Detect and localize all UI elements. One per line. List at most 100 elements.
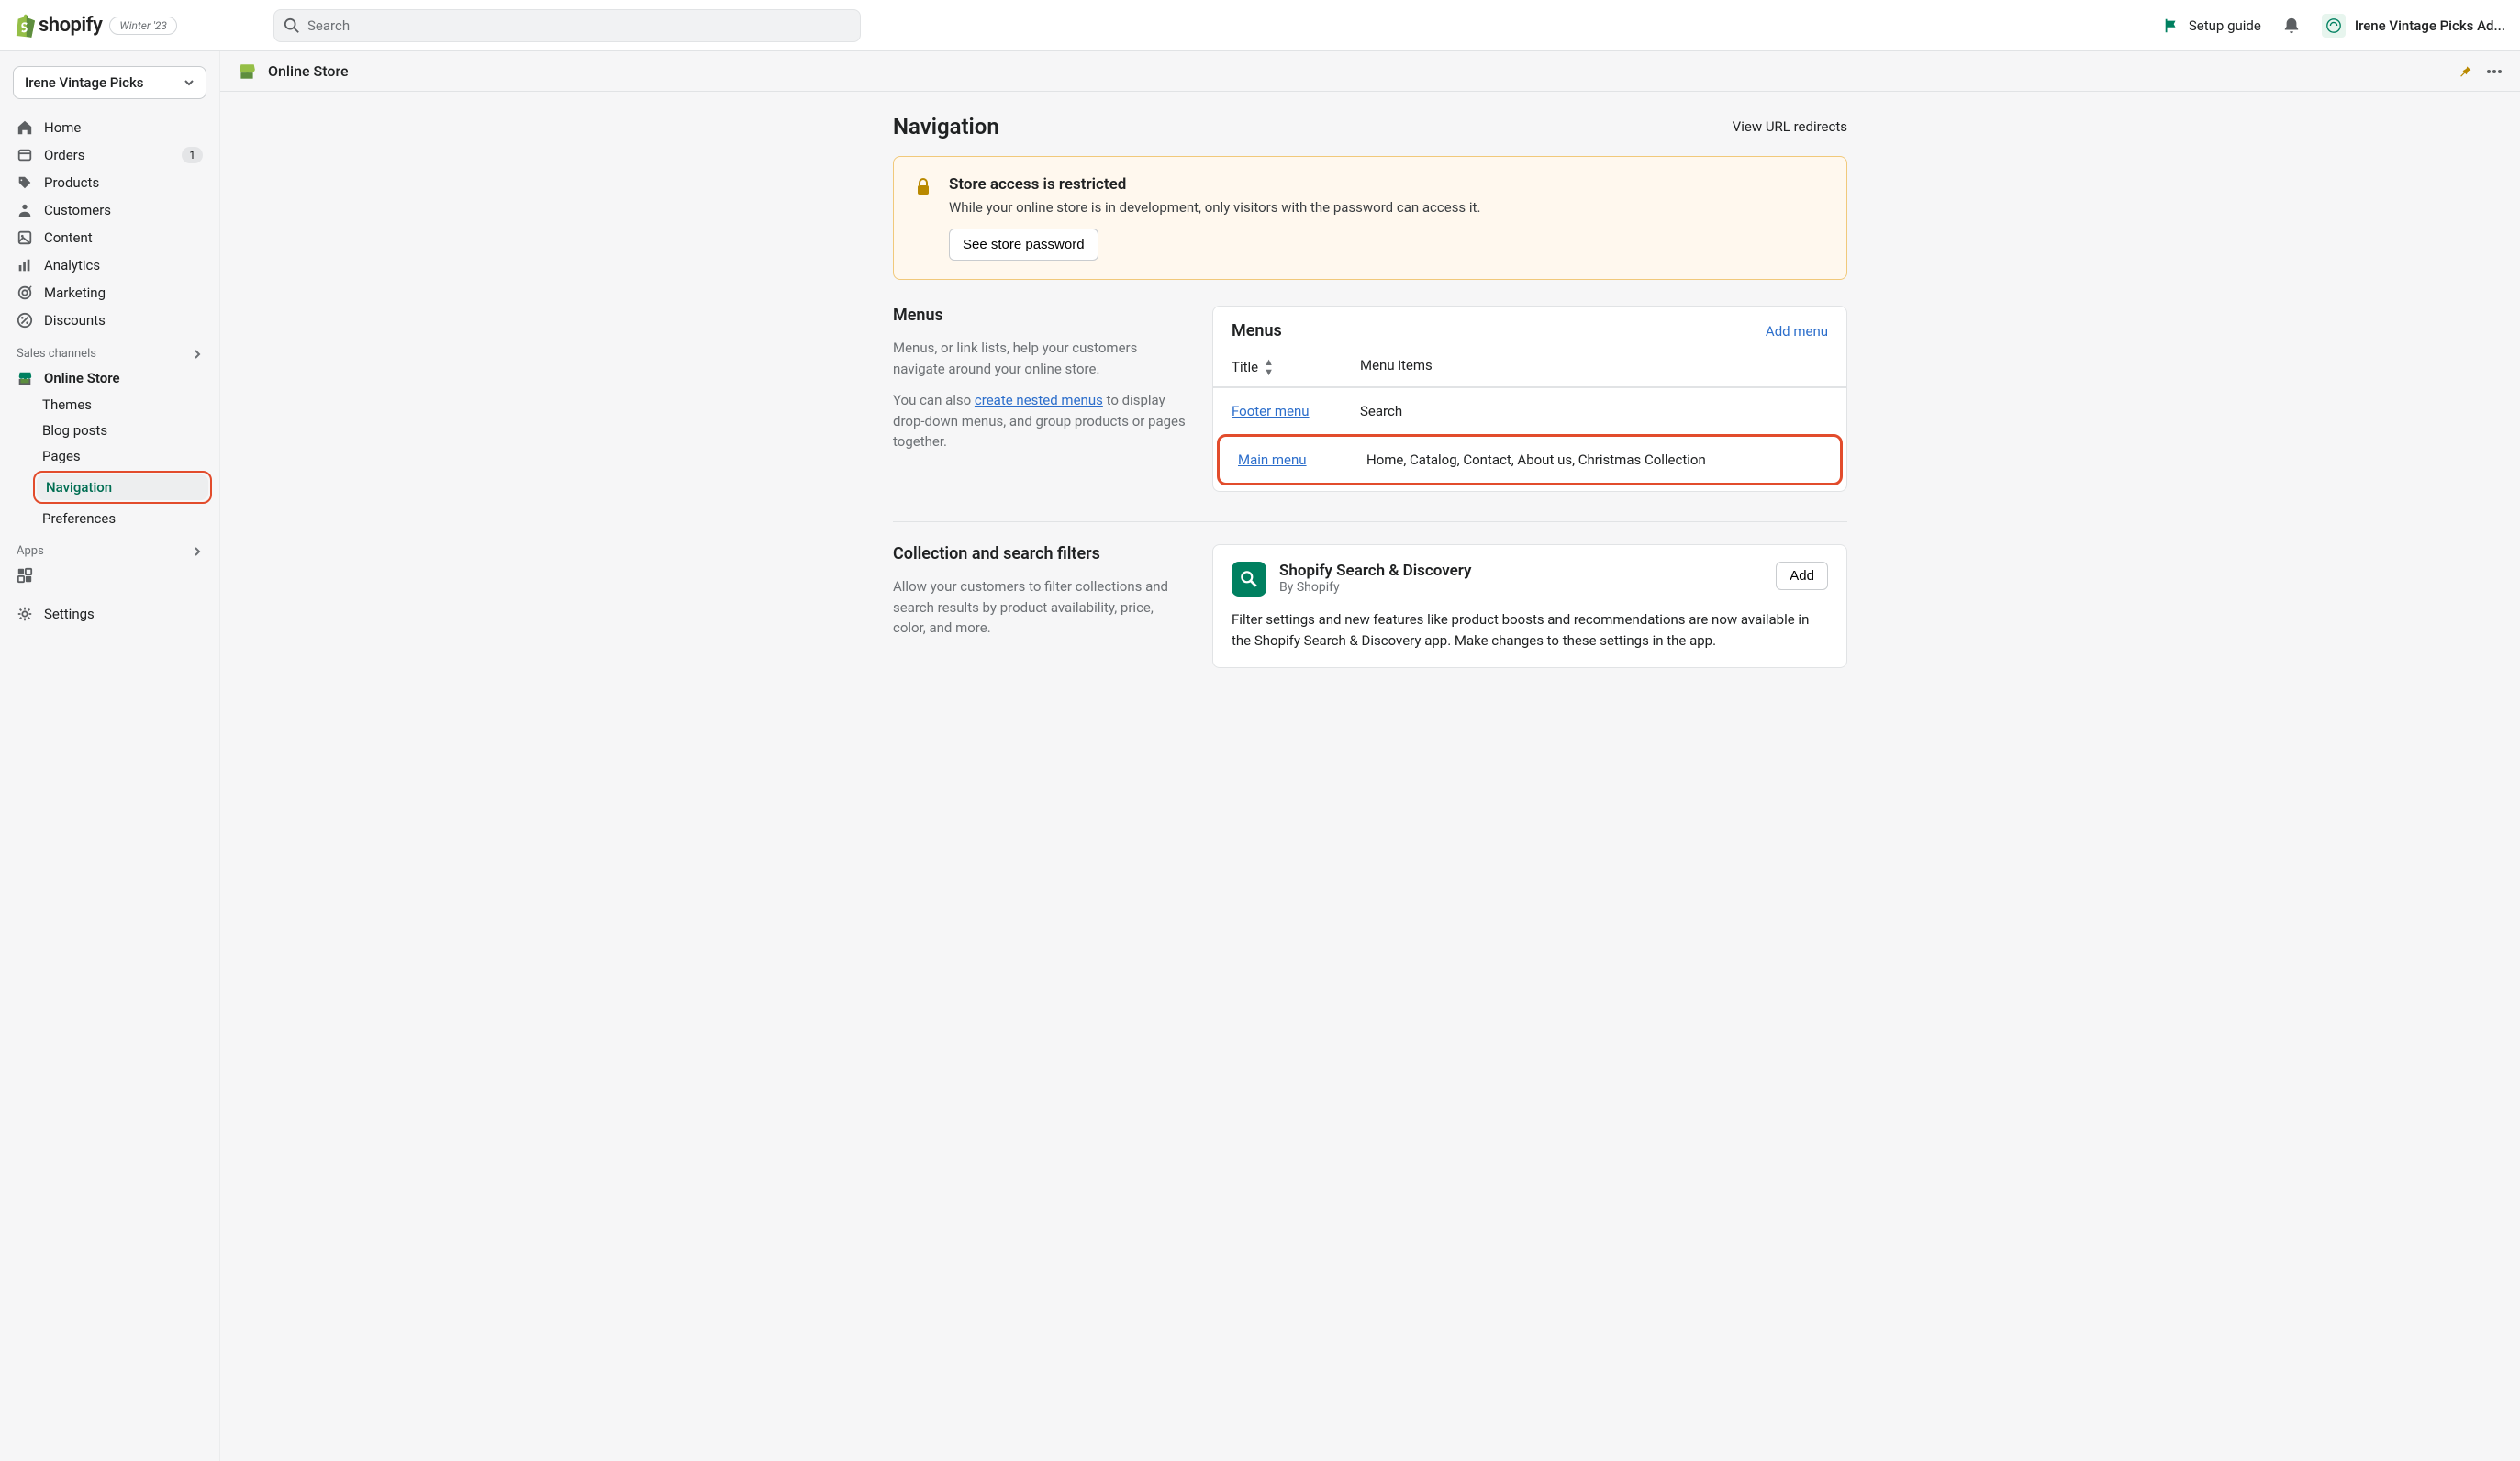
sidebar-item-customers[interactable]: Customers: [7, 196, 212, 224]
app-icon: [17, 567, 33, 584]
page-topbar-title: Online Store: [268, 62, 349, 80]
store-switcher-label: Irene Vintage Picks: [25, 74, 144, 91]
sidebar-item-label: Discounts: [44, 312, 106, 329]
chevron-right-icon: [192, 349, 203, 360]
menu-row-title-link[interactable]: Footer menu: [1232, 403, 1310, 419]
sales-channels-header[interactable]: Sales channels: [7, 334, 212, 364]
app-subtitle: By Shopify: [1279, 580, 1472, 595]
bars-icon: [17, 257, 33, 273]
store-switcher[interactable]: Irene Vintage Picks: [13, 66, 206, 99]
sidebar-item-home[interactable]: Home: [7, 114, 212, 141]
setup-guide-button[interactable]: Setup guide: [2163, 17, 2261, 34]
subnav-label: Themes: [42, 396, 92, 413]
notifications-icon[interactable]: [2283, 17, 2300, 35]
subnav-label: Pages: [42, 448, 81, 464]
shopify-bag-icon: [15, 14, 35, 38]
create-nested-menus-link[interactable]: create nested menus: [975, 392, 1103, 408]
lock-icon: [914, 177, 932, 197]
sidebar-item-transcy[interactable]: [7, 562, 212, 589]
target-icon: [17, 284, 33, 301]
th-title-label: Title: [1232, 359, 1258, 375]
sidebar-item-label: Products: [44, 174, 99, 191]
filters-desc: Allow your customers to filter collectio…: [893, 576, 1187, 639]
chevron-right-icon: [192, 546, 203, 557]
sidebar-item-analytics[interactable]: Analytics: [7, 251, 212, 279]
orders-badge: 1: [182, 147, 203, 163]
image-icon: [17, 229, 33, 246]
highlight-navigation: Navigation: [33, 471, 212, 504]
more-icon[interactable]: [2485, 62, 2503, 81]
app-desc: Filter settings and new features like pr…: [1232, 609, 1828, 651]
view-url-redirects-link[interactable]: View URL redirects: [1733, 118, 1847, 135]
sidebar-item-content[interactable]: Content: [7, 224, 212, 251]
app-title: Shopify Search & Discovery: [1279, 562, 1472, 580]
sidebar-item-label: Settings: [44, 606, 95, 622]
search-input[interactable]: Search: [273, 9, 861, 42]
store-icon: [17, 370, 33, 386]
th-title[interactable]: Title ▲▼: [1232, 357, 1360, 377]
person-icon: [17, 202, 33, 218]
menus-desc-1: Menus, or link lists, help your customer…: [893, 338, 1187, 379]
sales-channels-label: Sales channels: [17, 347, 96, 361]
menus-card: Menus Add menu Title ▲▼ Menu items Foote…: [1212, 306, 1847, 492]
home-icon: [17, 119, 33, 136]
sidebar-item-discounts[interactable]: Discounts: [7, 307, 212, 334]
brand-text: shopify: [39, 14, 102, 37]
edition-badge[interactable]: Winter '23: [109, 17, 177, 35]
subnav-navigation[interactable]: Navigation: [37, 474, 208, 500]
sidebar-item-products[interactable]: Products: [7, 169, 212, 196]
banner-title: Store access is restricted: [949, 175, 1826, 194]
sidebar-item-label: Content: [44, 229, 93, 246]
add-menu-link[interactable]: Add menu: [1766, 323, 1828, 340]
account-menu[interactable]: Irene Vintage Picks Ad...: [2322, 14, 2505, 38]
sidebar-item-settings[interactable]: Settings: [7, 600, 212, 628]
subnav-label: Blog posts: [42, 422, 107, 439]
search-discovery-app-icon: [1232, 562, 1266, 597]
setup-guide-label: Setup guide: [2189, 17, 2261, 34]
sidebar-item-orders[interactable]: Orders 1: [7, 141, 212, 169]
table-row[interactable]: Footer menu Search: [1213, 387, 1846, 434]
sidebar-item-label: Home: [44, 119, 81, 136]
subnav-pages[interactable]: Pages: [33, 443, 212, 469]
tag-icon: [17, 174, 33, 191]
flag-icon: [2163, 17, 2180, 34]
menus-card-title: Menus: [1232, 321, 1282, 340]
table-row[interactable]: Main menu Home, Catalog, Contact, About …: [1220, 437, 1840, 483]
sidebar-item-online-store[interactable]: Online Store: [7, 364, 212, 392]
sidebar-item-label: Customers: [44, 202, 111, 218]
menus-desc-2: You can also create nested menus to disp…: [893, 390, 1187, 452]
sidebar-item-label: Analytics: [44, 257, 100, 273]
sidebar-item-label: Orders: [44, 147, 85, 163]
highlight-main-menu-row: Main menu Home, Catalog, Contact, About …: [1217, 434, 1843, 485]
search-placeholder: Search: [307, 17, 350, 34]
sort-icon: ▲▼: [1264, 357, 1274, 377]
account-name: Irene Vintage Picks Ad...: [2355, 17, 2505, 34]
store-app-icon: [237, 61, 257, 82]
search-discovery-card: Shopify Search & Discovery By Shopify Ad…: [1212, 544, 1847, 668]
subnav-blog-posts[interactable]: Blog posts: [33, 418, 212, 443]
divider: [893, 521, 1847, 522]
gear-icon: [17, 606, 33, 622]
sidebar-item-marketing[interactable]: Marketing: [7, 279, 212, 307]
menu-row-items: Home, Catalog, Contact, About us, Christ…: [1366, 452, 1822, 468]
th-menu-items: Menu items: [1360, 357, 1433, 377]
subnav-label: Navigation: [46, 479, 112, 496]
subnav-themes[interactable]: Themes: [33, 392, 212, 418]
menu-row-title-link[interactable]: Main menu: [1238, 452, 1307, 468]
banner-text: While your online store is in developmen…: [949, 199, 1826, 216]
filters-section-title: Collection and search filters: [893, 544, 1187, 563]
subnav-label: Preferences: [42, 510, 116, 527]
pin-icon[interactable]: [2458, 64, 2472, 79]
apps-header[interactable]: Apps: [7, 531, 212, 562]
menu-row-items: Search: [1360, 403, 1828, 419]
orders-icon: [17, 147, 33, 163]
menus-section-title: Menus: [893, 306, 1187, 325]
text-fragment: You can also: [893, 392, 975, 408]
chevron-down-icon: [184, 77, 195, 88]
sidebar-item-label: Marketing: [44, 284, 106, 301]
subnav-preferences[interactable]: Preferences: [33, 506, 212, 531]
see-store-password-button[interactable]: See store password: [949, 229, 1098, 261]
add-app-button[interactable]: Add: [1776, 562, 1828, 590]
shopify-logo[interactable]: shopify: [15, 14, 102, 38]
apps-label: Apps: [17, 544, 44, 558]
